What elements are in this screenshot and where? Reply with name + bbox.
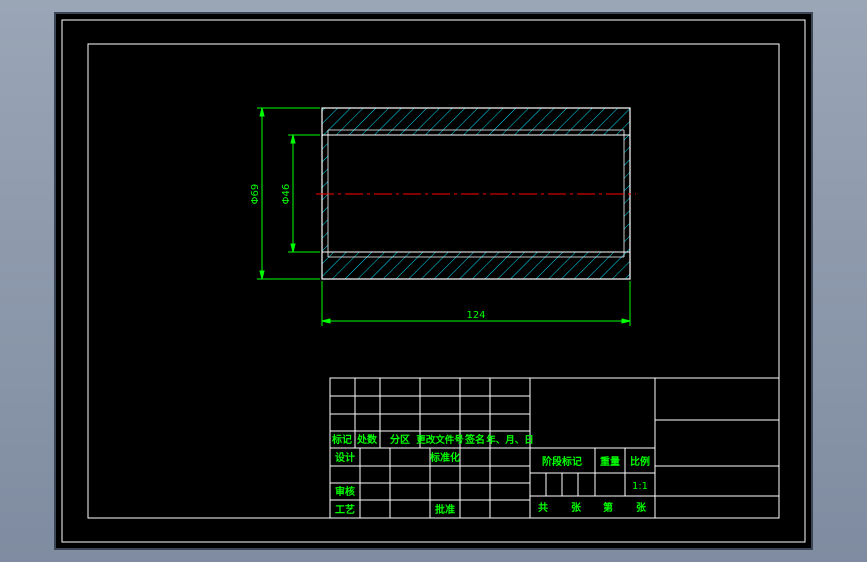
header-mark: 标记: [331, 433, 352, 446]
stage-mark-label: 阶段标记: [542, 455, 582, 468]
header-change-doc: 更改文件号: [416, 434, 464, 446]
role-process: 工艺: [335, 503, 355, 516]
bottom-wall-hatch: [322, 252, 630, 279]
header-zone: 分区: [390, 433, 410, 446]
scale-value: 1:1: [632, 481, 648, 492]
outer-diameter-label: Φ69: [250, 184, 261, 205]
top-wall-hatch: [322, 108, 630, 135]
cad-drawing: Φ69 Φ46 124 标记 处数 分区 更改文件号 签名 年、月、日 设计 标…: [54, 12, 813, 550]
inner-diameter-label: Φ46: [281, 184, 292, 205]
sheets-sheet-label: 张: [571, 501, 582, 514]
scale-label: 比例: [630, 455, 650, 468]
drawing-sheet: [54, 12, 813, 550]
role-review: 审核: [335, 485, 355, 498]
header-signature: 签名: [464, 433, 485, 446]
length-label: 124: [466, 310, 485, 321]
role-standardize: 标准化: [429, 451, 460, 464]
sheets-total-label: 共: [538, 501, 548, 514]
header-date: 年、月、日: [486, 434, 534, 446]
weight-label: 重量: [600, 455, 620, 468]
header-count: 处数: [356, 433, 378, 446]
sheets-number-label: 第: [603, 501, 613, 514]
sheets-page-label: 张: [636, 501, 647, 514]
role-approve: 批准: [435, 503, 455, 516]
role-design: 设计: [335, 451, 355, 464]
